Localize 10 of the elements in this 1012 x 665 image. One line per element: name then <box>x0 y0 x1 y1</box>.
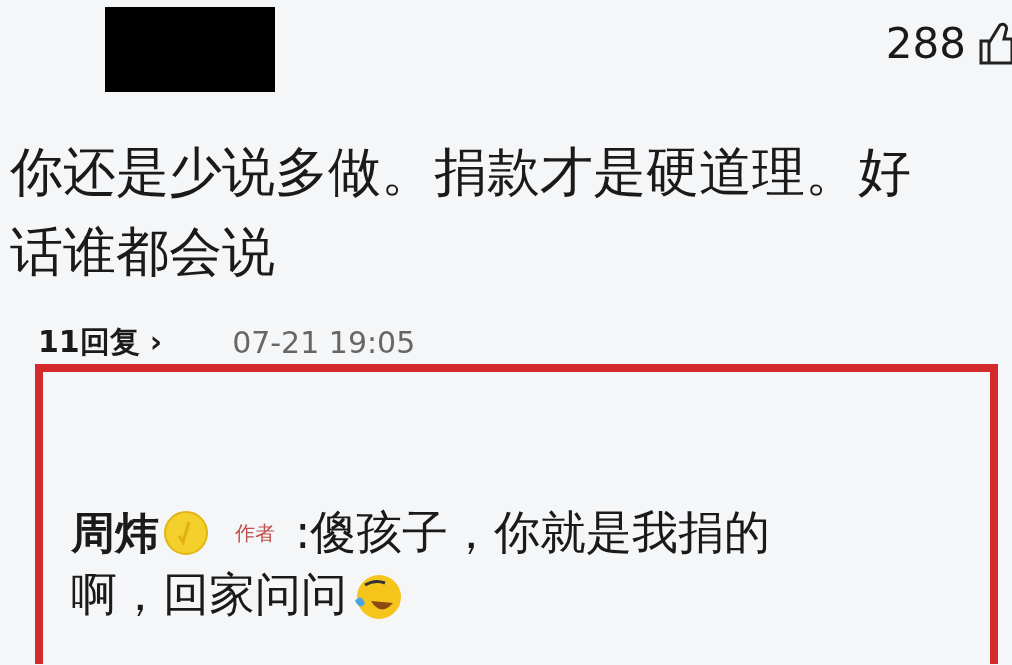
replies-link[interactable]: 11回复 › <box>38 321 163 363</box>
like-count: 288 <box>885 18 966 68</box>
author-name[interactable]: 周炜 <box>71 503 159 563</box>
reply-text-line: 啊，回家问问 <box>71 566 347 623</box>
comment-time: 07-21 19:05 <box>232 324 416 360</box>
thumbs-up-icon[interactable] <box>978 21 1012 65</box>
author-tag: 作者 <box>235 519 275 547</box>
comment-text-line: 你还是少说多做。捐款才是硬道理。好 <box>10 140 912 204</box>
reply-text-line: :傻孩子，你就是我捐的 <box>295 504 771 561</box>
comment-text-line: 话谁都会说 <box>10 220 276 284</box>
